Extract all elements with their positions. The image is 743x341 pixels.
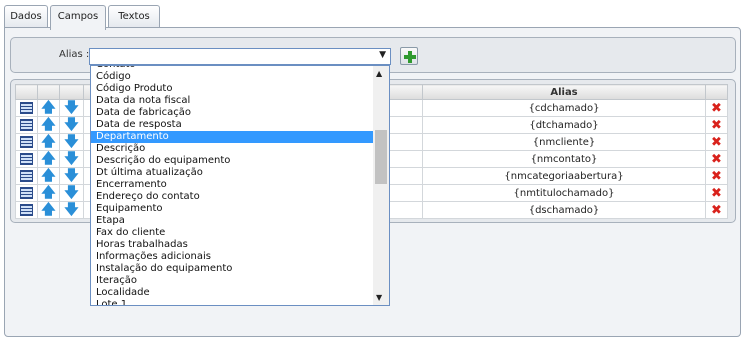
alias-cell: {dschamado} <box>422 201 706 219</box>
dropdown-option[interactable]: Instalação do equipamento <box>91 263 374 275</box>
grid-config-cell[interactable] <box>15 99 38 117</box>
dropdown-option[interactable]: Dt última atualização <box>91 167 374 179</box>
arrow-down-icon[interactable]: 🡇 <box>64 169 78 183</box>
move-down-cell[interactable]: 🡇 <box>59 133 84 151</box>
grid-config-cell[interactable] <box>15 201 38 219</box>
delete-cell[interactable]: ✖ <box>705 201 728 219</box>
arrow-down-icon[interactable]: 🡇 <box>64 118 78 132</box>
dropdown-option[interactable]: Etapa <box>91 215 374 227</box>
dropdown-option[interactable]: Código Produto <box>91 83 374 95</box>
chevron-down-icon[interactable]: ▼ <box>379 50 386 60</box>
dropdown-option[interactable]: Equipamento <box>91 203 374 215</box>
arrow-down-icon[interactable]: 🡇 <box>64 101 78 115</box>
arrow-down-icon[interactable]: 🡇 <box>64 186 78 200</box>
table-grid-icon[interactable] <box>20 204 33 216</box>
move-down-cell[interactable]: 🡇 <box>59 184 84 202</box>
delete-x-icon[interactable]: ✖ <box>711 152 722 167</box>
arrow-up-icon[interactable]: 🡅 <box>41 118 55 132</box>
arrow-up-icon[interactable]: 🡅 <box>41 152 55 166</box>
alias-column-header: Alias <box>422 84 706 100</box>
arrow-up-icon[interactable]: 🡅 <box>41 135 55 149</box>
add-field-button[interactable] <box>400 47 418 65</box>
delete-x-icon[interactable]: ✖ <box>711 186 722 201</box>
delete-x-icon[interactable]: ✖ <box>711 203 722 218</box>
tab-textos[interactable]: Textos <box>108 5 160 28</box>
move-up-cell[interactable]: 🡅 <box>37 99 60 117</box>
table-grid-icon[interactable] <box>20 136 33 148</box>
move-up-cell[interactable]: 🡅 <box>37 150 60 168</box>
delete-cell[interactable]: ✖ <box>705 116 728 134</box>
scroll-up-icon[interactable]: ▲ <box>376 69 382 78</box>
delete-x-icon[interactable]: ✖ <box>711 135 722 150</box>
grid-config-cell[interactable] <box>15 184 38 202</box>
alias-label: Alias : <box>59 49 90 60</box>
alias-cell: {cdchamado} <box>422 99 706 117</box>
dropdown-option[interactable]: Descrição do equipamento <box>91 155 374 167</box>
dropdown-option[interactable]: Departamento <box>91 131 374 143</box>
table-grid-icon[interactable] <box>20 153 33 165</box>
dropdown-option[interactable]: Informações adicionais <box>91 251 374 263</box>
dropdown-option[interactable]: Encerramento <box>91 179 374 191</box>
arrow-up-icon[interactable]: 🡅 <box>41 169 55 183</box>
dropdown-option[interactable]: Endereço do contato <box>91 191 374 203</box>
move-down-cell[interactable]: 🡇 <box>59 167 84 185</box>
move-up-cell[interactable]: 🡅 <box>37 167 60 185</box>
alias-cell: {nmcategoriaabertura} <box>422 167 706 185</box>
move-up-cell[interactable]: 🡅 <box>37 184 60 202</box>
arrow-up-icon[interactable]: 🡅 <box>41 101 55 115</box>
dropdown-scrollbar[interactable]: ▲ ▼ <box>373 66 389 305</box>
table-grid-icon[interactable] <box>20 187 33 199</box>
tab-dados[interactable]: Dados <box>4 5 48 28</box>
delete-x-icon[interactable]: ✖ <box>711 169 722 184</box>
alias-cell: {dtchamado} <box>422 116 706 134</box>
table-grid-icon[interactable] <box>20 170 33 182</box>
delete-cell[interactable]: ✖ <box>705 167 728 185</box>
arrow-up-icon[interactable]: 🡅 <box>41 203 55 217</box>
grid-config-cell[interactable] <box>15 150 38 168</box>
delete-cell[interactable]: ✖ <box>705 150 728 168</box>
delete-x-icon[interactable]: ✖ <box>711 101 722 116</box>
dropdown-option[interactable]: Lote 1 <box>91 299 374 305</box>
dropdown-option[interactable]: Horas trabalhadas <box>91 239 374 251</box>
dropdown-option[interactable]: Localidade <box>91 287 374 299</box>
alias-dropdown-list[interactable]: ContatoCódigoCódigo ProdutoData da nota … <box>90 65 390 306</box>
move-down-cell[interactable]: 🡇 <box>59 150 84 168</box>
delete-x-icon[interactable]: ✖ <box>711 118 722 133</box>
scroll-down-icon[interactable]: ▼ <box>376 293 382 302</box>
delete-cell[interactable]: ✖ <box>705 99 728 117</box>
move-down-cell[interactable]: 🡇 <box>59 116 84 134</box>
alias-select[interactable]: ▼ <box>89 48 391 65</box>
grid-config-cell[interactable] <box>15 133 38 151</box>
move-down-cell[interactable]: 🡇 <box>59 99 84 117</box>
move-up-cell[interactable]: 🡅 <box>37 133 60 151</box>
arrow-down-icon[interactable]: 🡇 <box>64 135 78 149</box>
move-up-cell[interactable]: 🡅 <box>37 201 60 219</box>
dropdown-option[interactable]: Data de fabricação <box>91 107 374 119</box>
move-down-cell[interactable]: 🡇 <box>59 201 84 219</box>
move-up-cell[interactable]: 🡅 <box>37 116 60 134</box>
alias-cell: {nmcliente} <box>422 133 706 151</box>
dropdown-option[interactable]: Fax do cliente <box>91 227 374 239</box>
grid-config-cell[interactable] <box>15 116 38 134</box>
delete-cell[interactable]: ✖ <box>705 184 728 202</box>
tab-campos[interactable]: Campos <box>50 5 106 30</box>
arrow-down-icon[interactable]: 🡇 <box>64 152 78 166</box>
arrow-down-icon[interactable]: 🡇 <box>64 203 78 217</box>
dropdown-option[interactable]: Data de resposta <box>91 119 374 131</box>
dropdown-option[interactable]: Iteração <box>91 275 374 287</box>
dropdown-option[interactable]: Código <box>91 71 374 83</box>
arrow-up-icon[interactable]: 🡅 <box>41 186 55 200</box>
dropdown-option[interactable]: Descrição <box>91 143 374 155</box>
delete-cell[interactable]: ✖ <box>705 133 728 151</box>
alias-cell: {nmtitulochamado} <box>422 184 706 202</box>
scrollbar-thumb[interactable] <box>375 130 387 184</box>
table-grid-icon[interactable] <box>20 119 33 131</box>
dropdown-option[interactable]: Data da nota fiscal <box>91 95 374 107</box>
alias-cell: {nmcontato} <box>422 150 706 168</box>
grid-config-cell[interactable] <box>15 167 38 185</box>
table-grid-icon[interactable] <box>20 102 33 114</box>
